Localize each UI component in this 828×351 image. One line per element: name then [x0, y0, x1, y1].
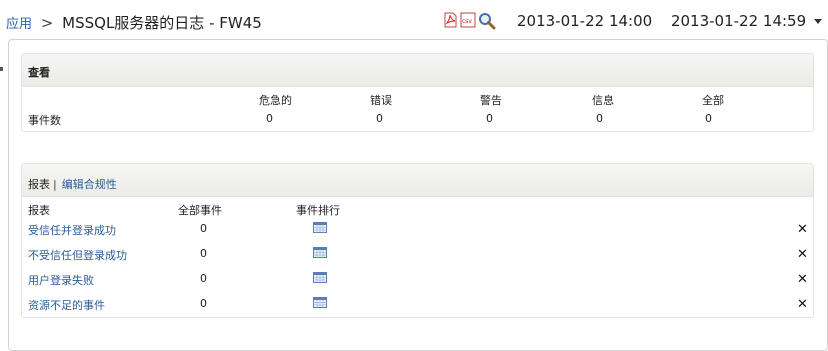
report-link[interactable]: 用户登录失败 [28, 272, 94, 288]
remove-report-icon[interactable]: ✕ [797, 297, 808, 312]
edit-compliance-link[interactable]: 编辑合规性 [62, 178, 117, 191]
calendar-icon[interactable] [313, 297, 327, 308]
remove-report-icon[interactable]: ✕ [797, 247, 808, 262]
calendar-icon[interactable] [313, 247, 327, 258]
value-critical: 0 [266, 112, 273, 125]
report-count: 0 [200, 297, 207, 310]
col-all: 全部 [702, 94, 724, 107]
breadcrumb: 应用 > MSSQL服务器的日志 - FW45 [6, 12, 262, 33]
col-error: 错误 [370, 94, 392, 107]
report-count: 0 [200, 272, 207, 285]
remove-report-icon[interactable]: ✕ [797, 222, 808, 237]
report-link[interactable]: 资源不足的事件 [28, 297, 105, 313]
value-info: 0 [596, 112, 603, 125]
value-error: 0 [376, 112, 383, 125]
report-link[interactable]: 受信任并登录成功 [28, 222, 116, 238]
summary-panel: 查看 危急的 错误 警告 信息 全部 事件数 0 0 0 0 0 [21, 53, 814, 132]
report-count: 0 [200, 247, 207, 260]
date-range-start: 2013-01-22 14:00 [517, 12, 653, 30]
value-all: 0 [705, 112, 712, 125]
summary-panel-header: 查看 [22, 54, 813, 87]
calendar-icon[interactable] [313, 272, 327, 283]
side-marker [0, 67, 3, 71]
col-report: 报表 [28, 204, 50, 217]
csv-icon[interactable]: csv [460, 12, 476, 28]
top-bar: 应用 > MSSQL服务器的日志 - FW45 csv 2013-01-22 1… [0, 0, 828, 40]
tab-reports[interactable]: 报表 [28, 178, 50, 191]
pdf-icon[interactable] [444, 12, 457, 28]
csv-icon-label: csv [462, 18, 472, 25]
col-event-ranking: 事件排行 [296, 204, 340, 217]
col-info: 信息 [592, 94, 614, 107]
col-warning: 警告 [480, 94, 502, 107]
calendar-icon[interactable] [313, 222, 327, 233]
date-range-selector[interactable]: 2013-01-22 14:00 2013-01-22 14:59 [517, 12, 820, 30]
report-count: 0 [200, 222, 207, 235]
page-title: MSSQL服务器的日志 - FW45 [62, 14, 262, 32]
summary-panel-title: 查看 [28, 66, 50, 79]
col-critical: 危急的 [259, 94, 292, 107]
col-all-events: 全部事件 [178, 204, 222, 217]
row-label-event-count: 事件数 [28, 114, 61, 127]
value-warning: 0 [486, 112, 493, 125]
reports-panel-header: 报表 | 编辑合规性 [22, 164, 813, 197]
report-link[interactable]: 不受信任但登录成功 [28, 247, 127, 263]
date-range-end: 2013-01-22 14:59 [670, 12, 807, 30]
search-icon[interactable] [478, 12, 496, 30]
reports-panel: 报表 | 编辑合规性 报表 全部事件 事件排行 受信任并登录成功 0 ✕ 不受信任但… [21, 163, 814, 318]
remove-report-icon[interactable]: ✕ [797, 272, 808, 287]
breadcrumb-separator: > [40, 14, 54, 32]
date-range-dropdown-icon[interactable] [814, 19, 822, 24]
breadcrumb-root-link[interactable]: 应用 [6, 17, 32, 32]
